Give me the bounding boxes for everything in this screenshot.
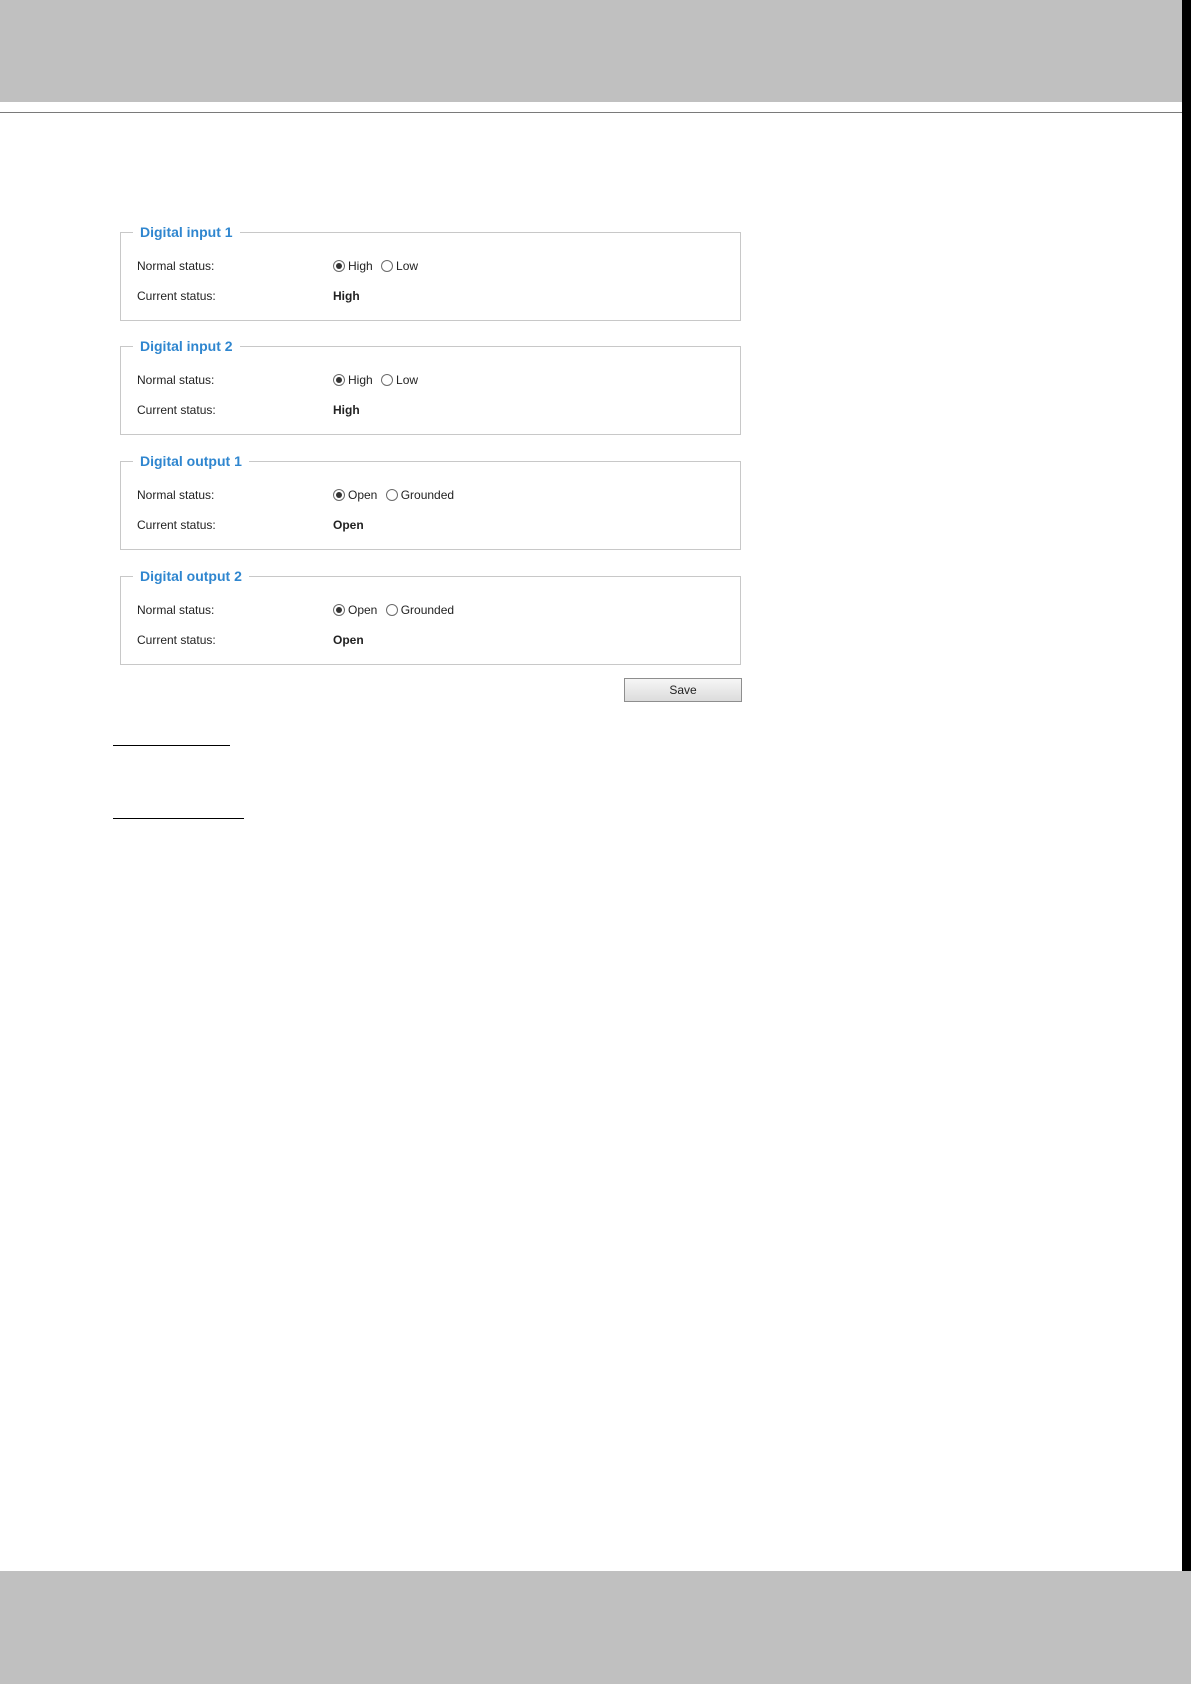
normal-status-label: Normal status: (137, 373, 215, 387)
radio-button[interactable] (385, 604, 398, 616)
group-title: Digital input 2 (133, 337, 240, 355)
radio-label: Open (348, 488, 378, 502)
radio-label: Low (396, 373, 419, 387)
normal-status-label: Normal status: (137, 259, 215, 273)
page-header-band (0, 0, 1191, 102)
digital-output-1-group: Digital output 1 Normal status: Open Gro… (120, 452, 741, 550)
current-status-label: Current status: (137, 403, 216, 417)
radio-option-high[interactable]: High (333, 257, 373, 275)
radio-option-open[interactable]: Open (333, 601, 377, 619)
current-status-value: Open (333, 633, 364, 647)
current-status-label: Current status: (137, 289, 216, 303)
radio-option-grounded[interactable]: Grounded (385, 601, 455, 619)
radio-option-low[interactable]: Low (381, 371, 418, 389)
radio-button-checked[interactable] (333, 374, 345, 386)
radio-option-low[interactable]: Low (381, 257, 418, 275)
radio-label: High (348, 373, 373, 387)
page-footer-band (0, 1571, 1191, 1684)
radio-option-high[interactable]: High (333, 371, 373, 389)
digital-output-2-group: Digital output 2 Normal status: Open Gro… (120, 567, 741, 665)
normal-status-options: High Low (333, 257, 423, 277)
radio-label: Low (396, 259, 419, 273)
normal-status-options: Open Grounded (333, 486, 459, 506)
normal-status-label: Normal status: (137, 488, 215, 502)
radio-button[interactable] (385, 489, 398, 501)
current-status-label: Current status: (137, 633, 216, 647)
normal-status-options: Open Grounded (333, 601, 459, 621)
page-edge-bar (1182, 0, 1191, 1684)
current-status-value: Open (333, 518, 364, 532)
blank-underline (113, 818, 244, 819)
radio-label: Grounded (400, 488, 455, 502)
current-status-value: High (333, 403, 360, 417)
radio-label: Grounded (400, 603, 455, 617)
header-divider (0, 112, 1191, 113)
group-title: Digital output 2 (133, 567, 249, 585)
normal-status-options: High Low (333, 371, 423, 391)
radio-button-checked[interactable] (333, 604, 345, 616)
normal-status-label: Normal status: (137, 603, 215, 617)
radio-button[interactable] (381, 260, 394, 272)
group-title: Digital input 1 (133, 223, 240, 241)
radio-label: Open (348, 603, 378, 617)
current-status-value: High (333, 289, 360, 303)
radio-option-open[interactable]: Open (333, 486, 377, 504)
digital-input-2-group: Digital input 2 Normal status: High Low … (120, 337, 741, 435)
current-status-label: Current status: (137, 518, 216, 532)
radio-button-checked[interactable] (333, 260, 345, 272)
radio-option-grounded[interactable]: Grounded (385, 486, 455, 504)
radio-button-checked[interactable] (333, 489, 345, 501)
digital-input-1-group: Digital input 1 Normal status: High Low … (120, 223, 741, 321)
save-button[interactable]: Save (624, 678, 742, 702)
group-title: Digital output 1 (133, 452, 249, 470)
radio-label: High (348, 259, 373, 273)
blank-underline (113, 745, 230, 746)
radio-button[interactable] (381, 374, 394, 386)
